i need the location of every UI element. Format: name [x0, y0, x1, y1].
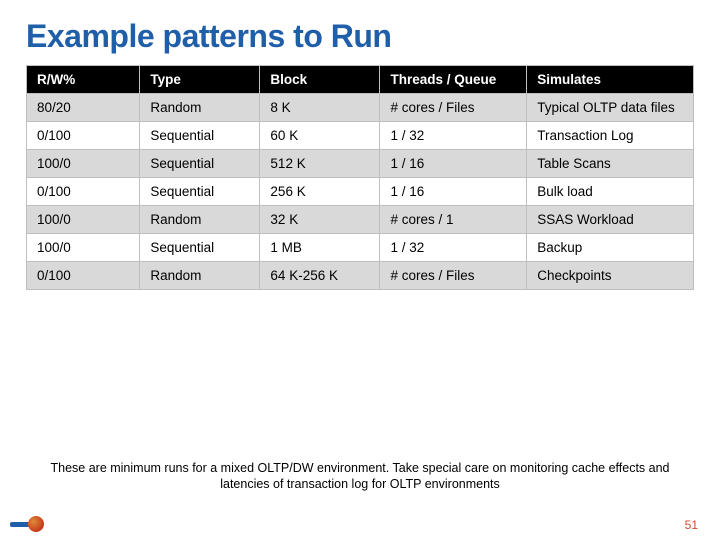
cell-type: Random — [140, 262, 260, 290]
cell-type: Sequential — [140, 234, 260, 262]
col-block: Block — [260, 66, 380, 94]
col-simulates: Simulates — [527, 66, 694, 94]
slide: Example patterns to Run R/W% Type Block … — [0, 0, 720, 540]
cell-rw: 0/100 — [27, 262, 140, 290]
cell-block: 64 K-256 K — [260, 262, 380, 290]
cell-tq: 1 / 16 — [380, 150, 527, 178]
cell-sim: SSAS Workload — [527, 206, 694, 234]
cell-rw: 80/20 — [27, 94, 140, 122]
cell-tq: # cores / 1 — [380, 206, 527, 234]
logo-globe-icon — [28, 516, 44, 532]
table-row: 0/100 Sequential 256 K 1 / 16 Bulk load — [27, 178, 694, 206]
table-row: 0/100 Random 64 K-256 K # cores / Files … — [27, 262, 694, 290]
slide-title: Example patterns to Run — [26, 18, 694, 55]
cell-sim: Transaction Log — [527, 122, 694, 150]
cell-block: 60 K — [260, 122, 380, 150]
cell-rw: 100/0 — [27, 150, 140, 178]
cell-sim: Table Scans — [527, 150, 694, 178]
table-row: 0/100 Sequential 60 K 1 / 32 Transaction… — [27, 122, 694, 150]
cell-rw: 0/100 — [27, 122, 140, 150]
cell-tq: # cores / Files — [380, 262, 527, 290]
patterns-table: R/W% Type Block Threads / Queue Simulate… — [26, 65, 694, 290]
cell-rw: 100/0 — [27, 234, 140, 262]
cell-type: Sequential — [140, 178, 260, 206]
table-row: 100/0 Sequential 512 K 1 / 16 Table Scan… — [27, 150, 694, 178]
cell-rw: 0/100 — [27, 178, 140, 206]
table-row: 80/20 Random 8 K # cores / Files Typical… — [27, 94, 694, 122]
cell-tq: 1 / 16 — [380, 178, 527, 206]
cell-block: 512 K — [260, 150, 380, 178]
cell-sim: Checkpoints — [527, 262, 694, 290]
cell-block: 1 MB — [260, 234, 380, 262]
cell-type: Random — [140, 94, 260, 122]
table-row: 100/0 Random 32 K # cores / 1 SSAS Workl… — [27, 206, 694, 234]
col-threads: Threads / Queue — [380, 66, 527, 94]
cell-rw: 100/0 — [27, 206, 140, 234]
cell-sim: Backup — [527, 234, 694, 262]
footnote-text: These are minimum runs for a mixed OLTP/… — [40, 460, 680, 493]
table-row: 100/0 Sequential 1 MB 1 / 32 Backup — [27, 234, 694, 262]
page-number: 51 — [685, 518, 698, 532]
cell-block: 8 K — [260, 94, 380, 122]
col-rw: R/W% — [27, 66, 140, 94]
cell-type: Random — [140, 206, 260, 234]
cell-sim: Typical OLTP data files — [527, 94, 694, 122]
cell-tq: 1 / 32 — [380, 234, 527, 262]
cell-block: 32 K — [260, 206, 380, 234]
col-type: Type — [140, 66, 260, 94]
cell-sim: Bulk load — [527, 178, 694, 206]
cell-block: 256 K — [260, 178, 380, 206]
brand-logo — [10, 514, 44, 534]
cell-type: Sequential — [140, 150, 260, 178]
cell-tq: # cores / Files — [380, 94, 527, 122]
cell-type: Sequential — [140, 122, 260, 150]
cell-tq: 1 / 32 — [380, 122, 527, 150]
table-header-row: R/W% Type Block Threads / Queue Simulate… — [27, 66, 694, 94]
